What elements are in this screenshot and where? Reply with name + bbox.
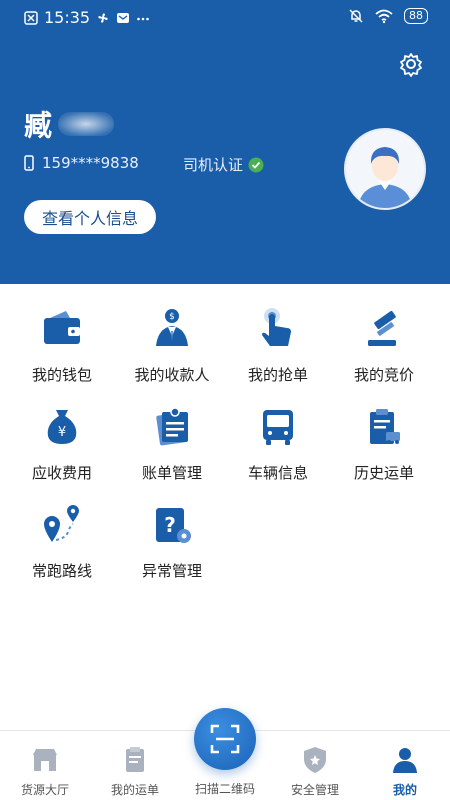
menu-item-label: 历史运单 [353, 464, 414, 482]
tab-label: 货源大厅 [20, 783, 69, 797]
blurred-name-mask [58, 112, 115, 136]
menu-item-bills[interactable]: 账单管理 [116, 394, 228, 490]
verified-check-icon [248, 157, 264, 172]
phone-row: 159****9838 [24, 154, 139, 172]
phone-icon [24, 155, 34, 171]
person-icon [393, 748, 417, 773]
waybill-icon [126, 747, 144, 772]
exception-icon: ? [156, 508, 191, 543]
tab-label: 我的 [392, 783, 417, 797]
status-left: 15:35 [24, 8, 150, 27]
money-bag-icon: ¥ [47, 410, 77, 444]
menu-item-label: 我的抢单 [247, 366, 308, 384]
view-profile-button[interactable]: 查看个人信息 [24, 200, 156, 234]
payee-icon: $ [156, 309, 188, 346]
close-box-icon [24, 10, 38, 25]
menu-item-grab-order[interactable]: 我的抢单 [222, 296, 334, 392]
tab-cargo-hall[interactable]: 货源大厅 [0, 731, 90, 800]
menu-item-label: 异常管理 [141, 562, 202, 580]
menu-item-history-waybill[interactable]: 历史运单 [328, 394, 440, 490]
menu-item-routes[interactable]: 常跑路线 [6, 492, 118, 588]
gear-icon[interactable] [398, 51, 424, 77]
tap-grab-order-icon [262, 308, 291, 346]
bus-icon [263, 410, 293, 445]
avatar-person-icon [346, 130, 424, 208]
auction-gavel-icon [368, 311, 396, 346]
driver-cert-label: 司机认证 [183, 156, 244, 174]
menu-item-label: 账单管理 [141, 464, 202, 482]
svg-text:¥: ¥ [58, 425, 66, 440]
store-icon [33, 749, 57, 771]
battery-indicator: 88 [404, 8, 428, 24]
phone-number: 159****9838 [42, 154, 139, 172]
menu-item-label: 我的钱包 [31, 366, 92, 384]
menu-item-bidding[interactable]: 我的竞价 [328, 296, 440, 392]
menu-item-label: 应收费用 [31, 464, 92, 482]
more-dots-icon [137, 17, 149, 20]
tab-label: 我的运单 [110, 783, 159, 797]
menu-item-label: 车辆信息 [247, 464, 308, 482]
shield-icon [304, 747, 326, 773]
tab-safety[interactable]: 安全管理 [270, 731, 360, 800]
tab-label: 安全管理 [290, 783, 339, 797]
wifi-icon [375, 9, 393, 24]
tab-mine[interactable]: 我的 [360, 731, 450, 800]
status-right: 88 [348, 8, 428, 24]
svg-text:$: $ [169, 312, 175, 322]
scan-icon [210, 724, 240, 754]
profile-header: 15:35 88 臧 159****9838 司机认证 查看个人信息 [0, 0, 450, 284]
menu-item-payee[interactable]: $ 我的收款人 [116, 296, 228, 392]
driver-cert[interactable]: 司机认证 [183, 154, 264, 175]
menu-item-receivable[interactable]: ¥ 应收费用 [6, 394, 118, 490]
menu-item-label: 常跑路线 [31, 562, 92, 580]
status-bar: 15:35 88 [0, 0, 450, 36]
route-icon [44, 505, 79, 542]
menu-item-wallet[interactable]: 我的钱包 [6, 296, 118, 392]
menu-item-vehicle[interactable]: 车辆信息 [222, 394, 334, 490]
avatar[interactable] [344, 128, 426, 210]
menu-item-label: 我的竞价 [353, 366, 414, 384]
menu-item-label: 我的收款人 [134, 366, 210, 384]
scan-qr-button[interactable] [194, 708, 256, 770]
svg-text:?: ? [164, 513, 176, 537]
bill-icon [156, 407, 188, 446]
scan-qr-label: 扫描二维码 [194, 782, 255, 796]
status-time: 15:35 [44, 8, 91, 27]
history-waybill-icon [370, 409, 400, 444]
wallet-icon [44, 311, 80, 344]
user-name-text: 臧 [24, 109, 53, 142]
user-name: 臧 [24, 104, 115, 144]
menu-item-exceptions[interactable]: ? 异常管理 [116, 492, 228, 588]
mute-bell-icon [349, 9, 363, 23]
tab-my-waybill[interactable]: 我的运单 [90, 731, 180, 800]
mail-icon [117, 12, 130, 23]
fan-icon [98, 12, 108, 23]
